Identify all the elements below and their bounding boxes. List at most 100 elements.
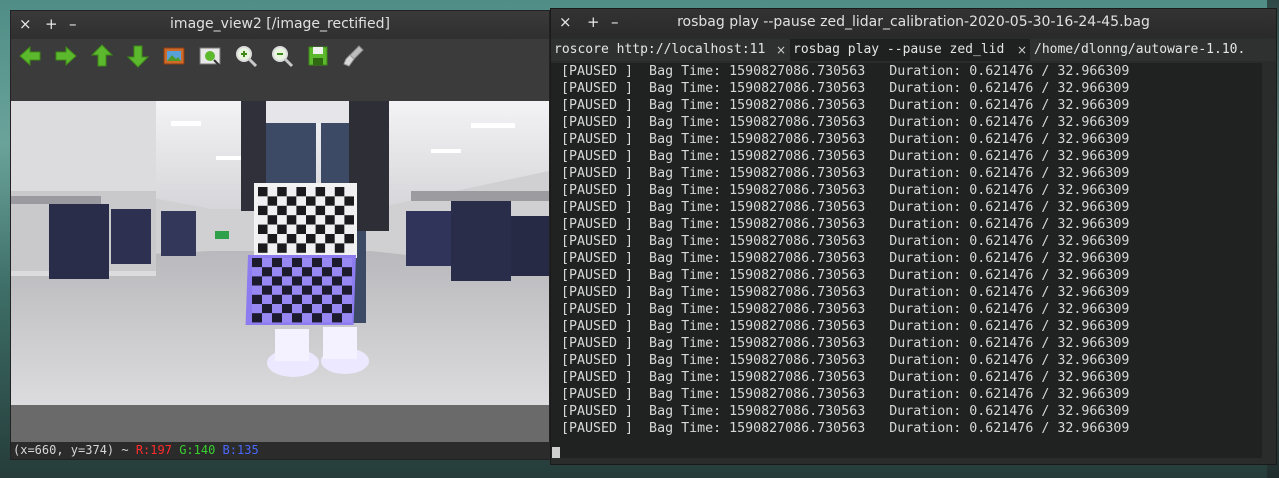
checkerboard-square (306, 205, 316, 216)
checkerboard-square (277, 187, 287, 197)
image-toolbar (11, 39, 549, 101)
checkerboard-square (306, 234, 316, 244)
checkerboard-square (292, 294, 302, 304)
tab-label: rosbag play --pause zed_lid (793, 42, 1005, 57)
checkerboard-square (267, 234, 278, 244)
terminal-line: [PAUSED ] Bag Time: 1590827086.730563 Du… (561, 132, 1130, 147)
fit-image-icon[interactable] (197, 43, 223, 69)
terminal-line: [PAUSED ] Bag Time: 1590827086.730563 Du… (561, 234, 1130, 249)
checkerboard-square (292, 258, 302, 268)
terminal-line: [PAUSED ] Bag Time: 1590827086.730563 Du… (561, 387, 1130, 402)
checkerboard-square (286, 234, 297, 244)
checkerboard-square (282, 267, 292, 277)
terminal-line: [PAUSED ] Bag Time: 1590827086.730563 Du… (561, 285, 1130, 300)
checkerboard-square (342, 294, 352, 304)
checkerboard-square (302, 285, 312, 295)
checkerboard-square (312, 258, 322, 268)
checkerboard-square (272, 313, 282, 323)
checkerboard-square (334, 224, 345, 234)
checkerboard-square (302, 294, 312, 304)
checkerboard-square (277, 196, 287, 206)
checkerboard-square (296, 196, 306, 206)
checkerboard-square (334, 234, 345, 244)
camera-image[interactable] (11, 101, 549, 405)
up-arrow-icon[interactable] (89, 43, 115, 69)
checkerboard-square (312, 267, 322, 277)
red-value: R:197 (135, 443, 172, 457)
checkerboard-square (282, 294, 292, 304)
checkerboard-square (342, 313, 352, 323)
green-value: G:140 (179, 443, 216, 457)
terminal-line: [PAUSED ] Bag Time: 1590827086.730563 Du… (561, 115, 1130, 130)
tab-close-icon[interactable]: × (776, 39, 786, 61)
checkerboard-square (267, 215, 278, 225)
checkerboard-square (344, 205, 354, 216)
down-arrow-icon[interactable] (125, 43, 151, 69)
checkerboard-square (315, 196, 326, 206)
terminal-line: [PAUSED ] Bag Time: 1590827086.730563 Du… (561, 200, 1130, 215)
clear-brush-icon[interactable] (341, 43, 367, 69)
checkerboard-square (334, 196, 345, 206)
checkerboard-square (322, 294, 332, 304)
checkerboard-square (306, 196, 316, 206)
checkerboard-square (262, 285, 272, 295)
window-title: image_view2 [/image_rectified] (170, 16, 390, 32)
checkerboard-square (315, 224, 326, 234)
checkerboard-square (286, 196, 297, 206)
tab-autoware-home[interactable]: /home/dlonng/autoware-1.10. (1031, 39, 1276, 61)
tab-close-icon[interactable]: × (1017, 39, 1027, 61)
checkerboard-square (267, 196, 278, 206)
checkerboard-square (262, 276, 272, 286)
checkerboard-square (332, 285, 342, 295)
tab-label: roscore http://localhost:11 (554, 42, 766, 57)
checkerboard-square (258, 187, 268, 197)
terminal-scrollbar[interactable] (1262, 63, 1276, 458)
terminal-line: [PAUSED ] Bag Time: 1590827086.730563 Du… (561, 166, 1130, 181)
terminal-output[interactable]: [PAUSED ] Bag Time: 1590827086.730563 Du… (551, 63, 1262, 458)
terminal-titlebar[interactable]: × + – rosbag play --pause zed_lidar_cali… (551, 9, 1276, 37)
checkerboard-square (286, 215, 297, 225)
tab-label: /home/dlonng/autoware-1.10. (1034, 42, 1246, 57)
save-icon[interactable] (305, 43, 331, 69)
checkerboard-square (262, 304, 272, 314)
image-icon[interactable] (161, 43, 187, 69)
rectified-image (11, 101, 549, 405)
checkerboard-square (292, 276, 302, 286)
tab-roscore[interactable]: roscore http://localhost:11 × (551, 39, 789, 61)
checkerboard-square (342, 304, 352, 314)
checkerboard-square (296, 224, 306, 234)
checkerboard-square (325, 243, 335, 253)
terminal-line: [PAUSED ] Bag Time: 1590827086.730563 Du… (561, 370, 1130, 385)
terminal-line: [PAUSED ] Bag Time: 1590827086.730563 Du… (561, 268, 1130, 283)
checkerboard-square (277, 205, 287, 216)
checkerboard-square (267, 224, 278, 234)
checkerboard-square (306, 215, 316, 225)
checkerboard-square (315, 215, 326, 225)
checkerboard-square (272, 304, 282, 314)
zoom-out-icon[interactable] (269, 43, 295, 69)
terminal-line: [PAUSED ] Bag Time: 1590827086.730563 Du… (561, 81, 1130, 96)
tab-rosbag-play[interactable]: rosbag play --pause zed_lid × (790, 39, 1030, 61)
checkerboard-square (252, 294, 262, 304)
checkerboard-square (334, 187, 345, 197)
checkerboard-square (322, 313, 332, 323)
checkerboard-square (312, 304, 322, 314)
checkerboard-square (325, 215, 335, 225)
checkerboard-square (252, 276, 262, 286)
checkerboard-square (312, 285, 322, 295)
checkerboard-square (342, 267, 352, 277)
checkerboard-square (302, 313, 312, 323)
left-arrow-icon[interactable] (17, 43, 43, 69)
terminal-line: [PAUSED ] Bag Time: 1590827086.730563 Du… (561, 217, 1130, 232)
checkerboard-square (325, 196, 335, 206)
checkerboard-square (315, 243, 326, 253)
checkerboard-square (286, 187, 297, 197)
checkerboard-square (272, 276, 282, 286)
zoom-in-icon[interactable] (233, 43, 259, 69)
image-view-titlebar[interactable]: × + – image_view2 [/image_rectified] (11, 11, 549, 39)
checkerboard-square (332, 304, 342, 314)
right-arrow-icon[interactable] (53, 43, 79, 69)
checkerboard-square (262, 258, 272, 268)
checkerboard-square (258, 196, 268, 206)
checkerboard-square (332, 276, 342, 286)
